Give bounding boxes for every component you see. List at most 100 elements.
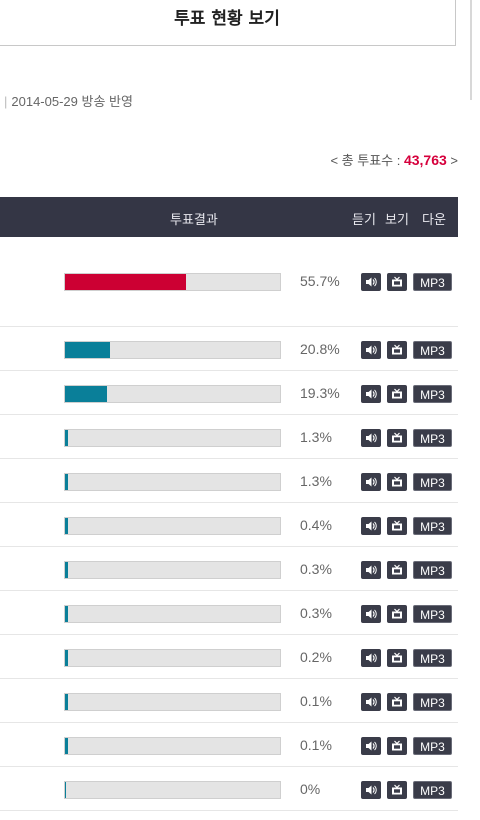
tv-icon (392, 432, 402, 443)
listen-button[interactable] (361, 737, 381, 755)
tv-icon (392, 476, 402, 487)
watch-button[interactable] (387, 737, 407, 755)
vote-percent: 1.3% (300, 473, 332, 489)
total-votes-value: 43,763 (403, 152, 447, 168)
vote-percent: 19.3% (300, 385, 340, 401)
mp3-download-button[interactable]: MP3 (413, 693, 452, 711)
tv-icon (392, 652, 402, 663)
result-row: 20.8% MP3 (0, 327, 458, 371)
vote-percent: 0.3% (300, 605, 332, 621)
speaker-icon (366, 697, 377, 707)
watch-button[interactable] (387, 517, 407, 535)
page-title: 투표 현황 보기 (174, 9, 280, 29)
vote-bar (64, 605, 281, 623)
result-row: 0.3% MP3 (0, 591, 458, 635)
results-header: 투표결과 듣기 보기 다운 (0, 197, 458, 237)
vote-percent: 1.3% (300, 429, 332, 445)
vote-bar (64, 429, 281, 447)
watch-button[interactable] (387, 781, 407, 799)
watch-button[interactable] (387, 341, 407, 359)
mp3-download-button[interactable]: MP3 (413, 385, 452, 403)
mp3-download-button[interactable]: MP3 (413, 649, 452, 667)
tv-icon (392, 520, 402, 531)
vote-bar (64, 517, 281, 535)
vote-percent: 0.1% (300, 693, 332, 709)
listen-button[interactable] (361, 561, 381, 579)
listen-button[interactable] (361, 473, 381, 491)
tv-icon (392, 344, 402, 355)
scrollbar[interactable] (470, 0, 472, 100)
tv-icon (392, 740, 402, 751)
speaker-icon (366, 277, 377, 287)
vote-bar (64, 341, 281, 359)
vote-bar-fill (65, 430, 68, 446)
vote-bar (64, 473, 281, 491)
watch-button[interactable] (387, 649, 407, 667)
mp3-download-button[interactable]: MP3 (413, 781, 452, 799)
listen-button[interactable] (361, 693, 381, 711)
listen-button[interactable] (361, 517, 381, 535)
vote-bar (64, 693, 281, 711)
mp3-download-button[interactable]: MP3 (413, 561, 452, 579)
watch-button[interactable] (387, 561, 407, 579)
speaker-icon (366, 345, 377, 355)
result-row: 19.3% MP3 (0, 371, 458, 415)
speaker-icon (366, 565, 377, 575)
result-row: 0.1% MP3 (0, 679, 458, 723)
speaker-icon (366, 741, 377, 751)
listen-button[interactable] (361, 341, 381, 359)
vote-bar (64, 385, 281, 403)
vote-bar-fill (65, 342, 110, 358)
total-suffix: > (446, 153, 458, 168)
listen-button[interactable] (361, 605, 381, 623)
broadcast-info: | 2014-05-29 방송 반영 (4, 91, 133, 110)
result-row: 0.2% MP3 (0, 635, 458, 679)
vote-bar-fill (65, 738, 68, 754)
title-box: 투표 현황 보기 (0, 0, 456, 46)
listen-button[interactable] (361, 781, 381, 799)
mp3-download-button[interactable]: MP3 (413, 737, 452, 755)
watch-button[interactable] (387, 605, 407, 623)
listen-button[interactable] (361, 649, 381, 667)
speaker-icon (366, 785, 377, 795)
result-row: 55.7% MP3 (0, 237, 458, 327)
speaker-icon (366, 521, 377, 531)
vote-percent: 55.7% (300, 273, 340, 289)
vote-percent: 0.4% (300, 517, 332, 533)
tv-icon (392, 608, 402, 619)
vote-percent: 0% (300, 781, 321, 797)
vote-bar-fill (65, 518, 68, 534)
broadcast-date: 2014-05-29 방송 반영 (11, 94, 133, 109)
mp3-download-button[interactable]: MP3 (413, 341, 452, 359)
vote-percent: 0.1% (300, 737, 332, 753)
mp3-download-button[interactable]: MP3 (413, 517, 452, 535)
result-row: 1.3% MP3 (0, 459, 458, 503)
listen-button[interactable] (361, 429, 381, 447)
tv-icon (392, 784, 402, 795)
vote-percent: 0.3% (300, 561, 332, 577)
result-row: 0.3% MP3 (0, 547, 458, 591)
watch-button[interactable] (387, 693, 407, 711)
result-row: 0.1% MP3 (0, 723, 458, 767)
listen-button[interactable] (361, 385, 381, 403)
total-prefix: < 총 투표수 : (330, 153, 404, 168)
mp3-download-button[interactable]: MP3 (413, 605, 452, 623)
mp3-download-button[interactable]: MP3 (413, 429, 452, 447)
vote-percent: 20.8% (300, 341, 340, 357)
vote-percent: 0.2% (300, 649, 332, 665)
speaker-icon (366, 433, 377, 443)
vote-bar-fill (65, 782, 66, 798)
tv-icon (392, 564, 402, 575)
mp3-download-button[interactable]: MP3 (413, 273, 452, 291)
listen-button[interactable] (361, 273, 381, 291)
vote-bar (64, 781, 281, 799)
watch-button[interactable] (387, 385, 407, 403)
vote-bar-fill (65, 562, 68, 578)
watch-button[interactable] (387, 273, 407, 291)
watch-button[interactable] (387, 429, 407, 447)
total-votes: < 총 투표수 : 43,763 > (330, 150, 458, 169)
mp3-download-button[interactable]: MP3 (413, 473, 452, 491)
vote-bar (64, 561, 281, 579)
vote-bar (64, 273, 281, 291)
watch-button[interactable] (387, 473, 407, 491)
